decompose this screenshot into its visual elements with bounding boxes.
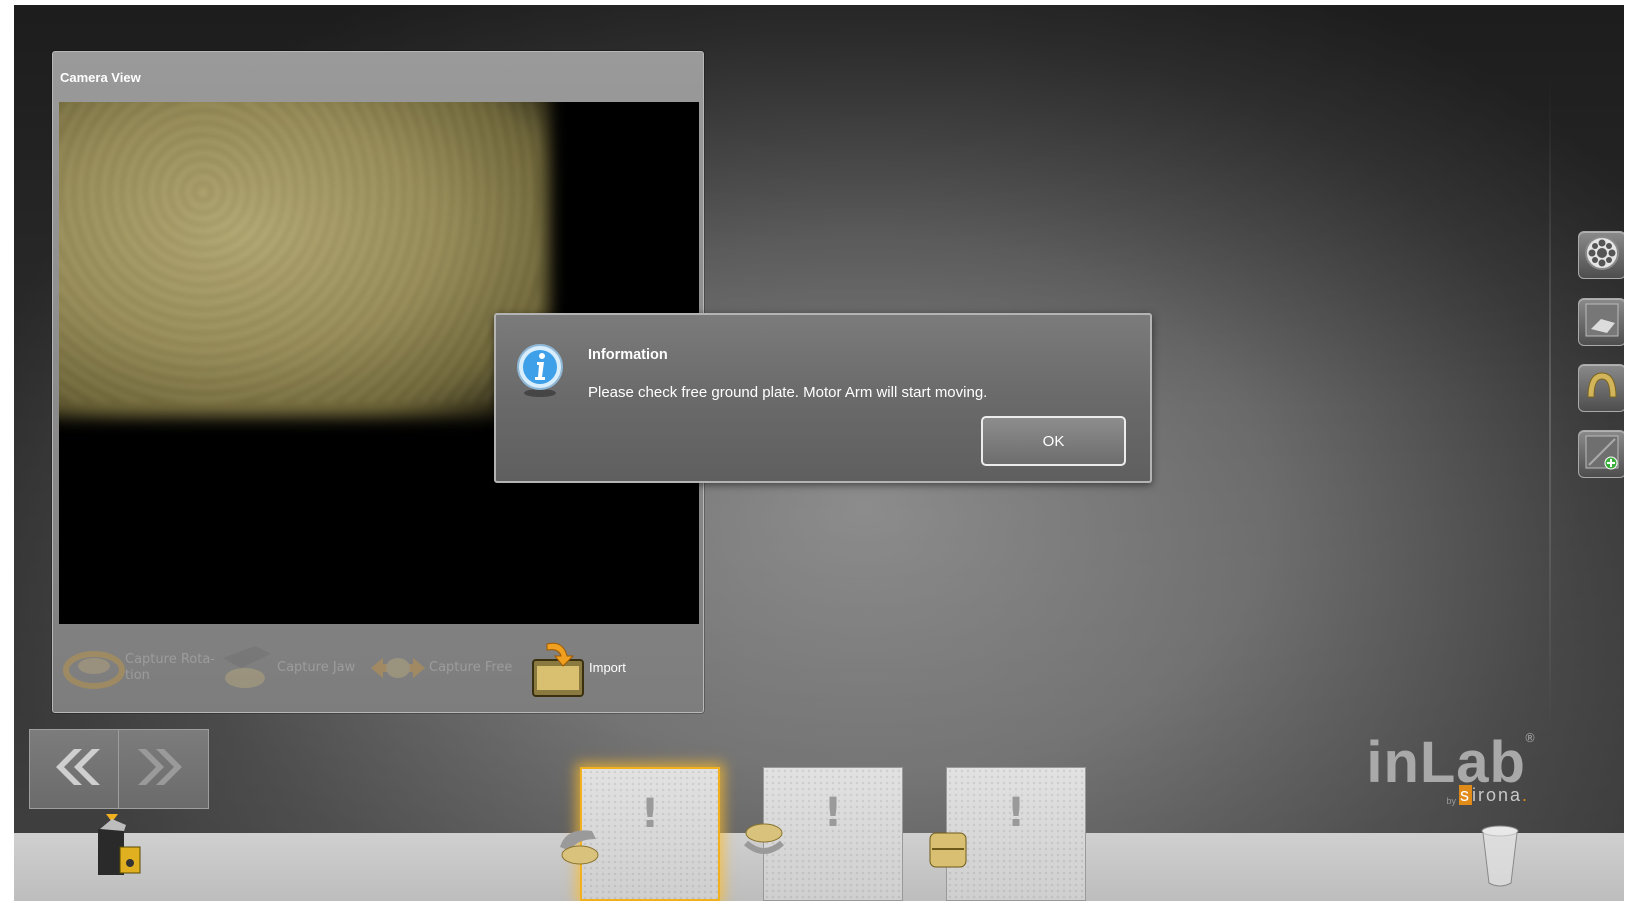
- jaw-capture-icon: [215, 640, 277, 696]
- scan-tray-icon: [1583, 301, 1621, 343]
- import-label: Import: [589, 660, 626, 675]
- capture-rotation-button[interactable]: Capture Rota- tion: [63, 632, 215, 704]
- logo-by-text: by: [1446, 796, 1456, 806]
- camera-image-texture: [59, 102, 539, 402]
- next-step-button[interactable]: [119, 730, 208, 808]
- capture-free-label: Capture Free: [429, 660, 513, 675]
- double-chevron-left-icon: [44, 745, 104, 793]
- logo-brand-text: sirona.: [1458, 785, 1529, 806]
- bridge-model-button[interactable]: [1578, 364, 1624, 412]
- capture-rotation-label: Capture Rota- tion: [125, 652, 215, 683]
- camera-view-title: Camera View: [60, 70, 141, 85]
- ok-button[interactable]: OK: [981, 416, 1126, 466]
- lower-jaw-model-icon: [556, 817, 606, 871]
- logo-registered-mark: ®: [1524, 731, 1536, 745]
- logo-brand-line: by sirona.: [1446, 785, 1529, 806]
- bridge-model-icon: [1583, 367, 1621, 409]
- trash-button[interactable]: [1478, 821, 1522, 901]
- free-capture-icon: [367, 640, 429, 696]
- gear-wheel-button[interactable]: [1578, 231, 1624, 279]
- add-model-button[interactable]: [1578, 430, 1624, 478]
- trash-icon: [1478, 825, 1522, 901]
- scanner-device-button[interactable]: [92, 807, 146, 901]
- logo-brand-dot: .: [1521, 785, 1529, 805]
- import-button[interactable]: Import: [527, 632, 679, 704]
- scanner-device-icon: [92, 817, 146, 881]
- add-model-icon: [1583, 433, 1621, 475]
- upper-jaw-model-icon: [738, 813, 788, 871]
- inlab-application-window: Camera View Capture Rota- tion Capture J…: [14, 5, 1624, 901]
- gear-wheel-icon: [1583, 234, 1621, 276]
- scan-tray-button[interactable]: [1578, 298, 1624, 346]
- capture-jaw-button[interactable]: Capture Jaw: [215, 632, 367, 704]
- logo-brand-first-letter: s: [1458, 785, 1472, 805]
- inlab-sirona-logo: inLab ® by sirona.: [1366, 729, 1566, 809]
- navigation-arrows: [29, 729, 209, 809]
- dialog-title: Information: [588, 347, 668, 363]
- info-icon: [515, 341, 565, 401]
- information-dialog: Information Please check free ground pla…: [494, 313, 1152, 483]
- logo-brand-rest: irona: [1471, 785, 1522, 805]
- capture-jaw-label: Capture Jaw: [277, 660, 356, 675]
- right-toolbar: [1562, 5, 1624, 901]
- capture-toolbar: Capture Rota- tion Capture Jaw Capture F…: [59, 632, 699, 704]
- double-chevron-right-icon: [134, 745, 194, 793]
- previous-step-button[interactable]: [30, 730, 119, 808]
- capture-free-button[interactable]: Capture Free: [367, 632, 519, 704]
- bite-model-icon: [922, 827, 972, 877]
- dialog-message: Please check free ground plate. Motor Ar…: [588, 384, 988, 401]
- import-icon: [527, 640, 589, 697]
- rotation-capture-icon: [63, 640, 125, 696]
- toolbar-divider: [1549, 75, 1551, 735]
